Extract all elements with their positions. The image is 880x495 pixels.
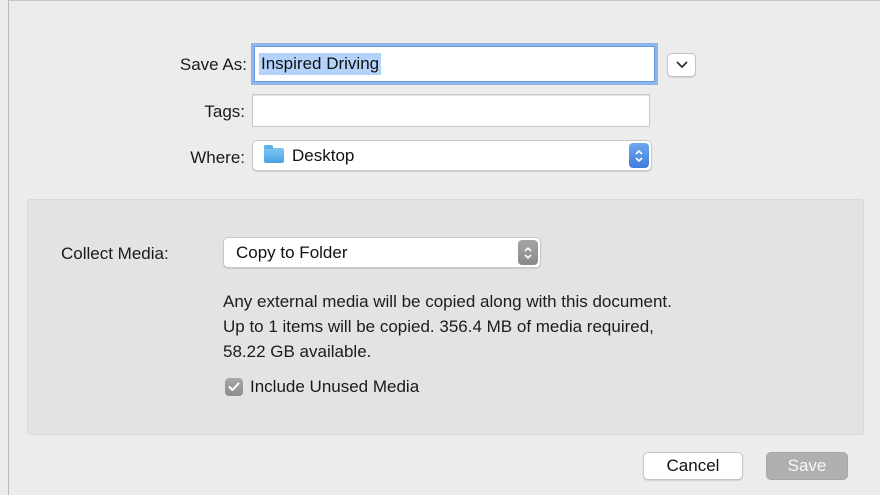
tags-label: Tags: bbox=[204, 102, 245, 121]
description-line: Up to 1 items will be copied. 356.4 MB o… bbox=[223, 317, 654, 336]
where-popup[interactable]: Desktop bbox=[252, 140, 652, 171]
where-label: Where: bbox=[190, 148, 245, 167]
popup-arrows-icon bbox=[518, 240, 538, 265]
save-as-value: Inspired Driving bbox=[259, 53, 382, 75]
save-as-label: Save As: bbox=[179, 55, 247, 74]
save-dialog: Save As: Inspired Driving Tags: Where: D… bbox=[8, 0, 880, 495]
cancel-button[interactable]: Cancel bbox=[643, 452, 743, 480]
folder-icon bbox=[264, 145, 284, 163]
media-description: Any external media will be copied along … bbox=[223, 289, 843, 364]
checkmark-icon bbox=[228, 382, 240, 391]
expand-dialog-button[interactable] bbox=[667, 53, 696, 77]
tags-field[interactable] bbox=[252, 94, 650, 127]
include-unused-label[interactable]: Include Unused Media bbox=[250, 377, 419, 397]
media-options-panel: Collect Media: Copy to Folder Any extern… bbox=[27, 199, 864, 435]
save-as-field[interactable]: Inspired Driving bbox=[254, 46, 655, 82]
popup-arrows-icon bbox=[629, 143, 649, 168]
collect-media-label: Collect Media: bbox=[61, 244, 169, 263]
collect-media-popup[interactable]: Copy to Folder bbox=[223, 237, 541, 268]
collect-media-value: Copy to Folder bbox=[236, 242, 348, 262]
description-line: 58.22 GB available. bbox=[223, 342, 372, 361]
include-unused-checkbox[interactable] bbox=[225, 378, 243, 396]
chevron-down-icon bbox=[676, 61, 687, 69]
save-button[interactable]: Save bbox=[766, 452, 848, 480]
where-value: Desktop bbox=[292, 145, 355, 165]
description-line: Any external media will be copied along … bbox=[223, 292, 672, 311]
